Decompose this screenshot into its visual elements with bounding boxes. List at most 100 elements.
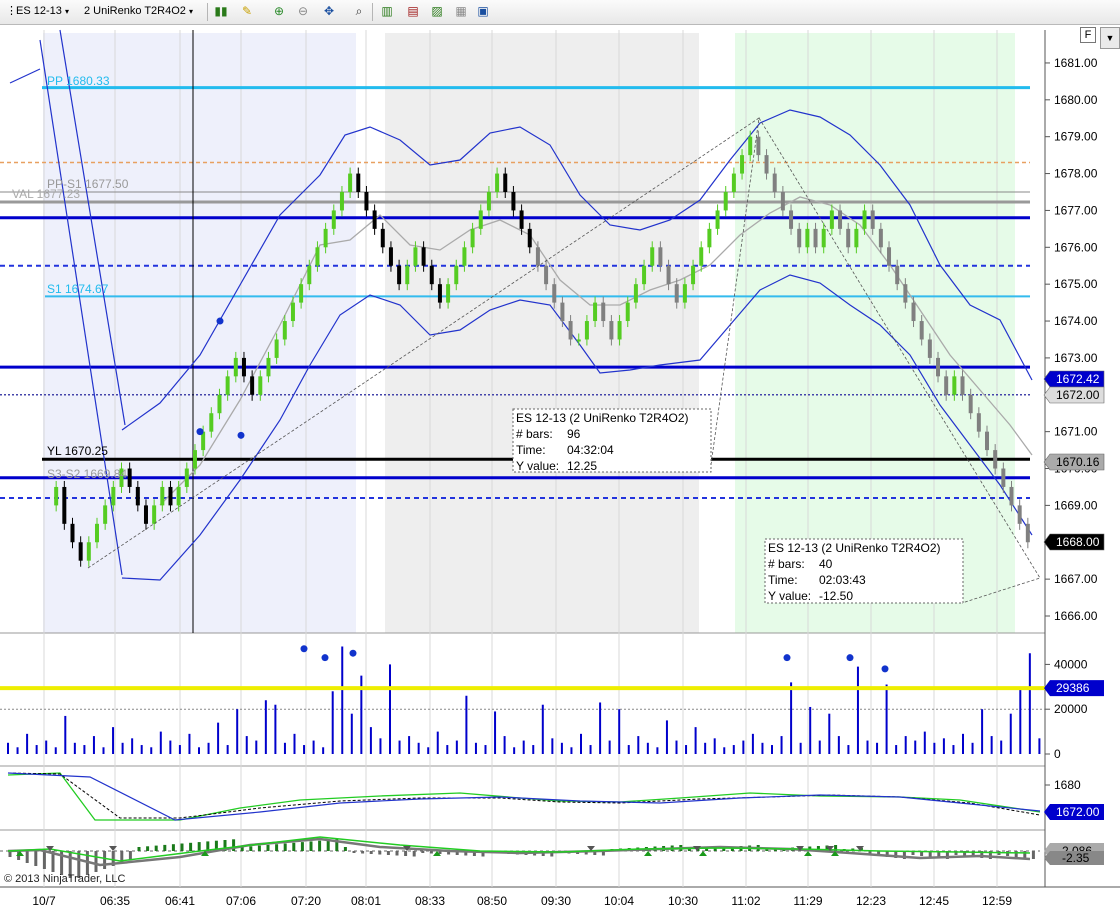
time-tick-label: 12:59 — [982, 894, 1012, 908]
renko-bar — [968, 394, 973, 414]
volume-signal-dot — [881, 665, 889, 673]
renko-bar — [993, 450, 998, 469]
renko-bar — [903, 284, 908, 303]
renko-bar — [895, 265, 900, 285]
renko-bar — [372, 210, 377, 229]
renko-bar — [511, 191, 516, 211]
time-tick-label: 12:23 — [856, 894, 886, 908]
volume-signal-dot — [846, 654, 854, 662]
level-label: VAL 1677.23 — [12, 187, 80, 201]
price-tick-label: 1681.00 — [1054, 56, 1098, 70]
renko-bar — [209, 413, 214, 432]
chevron-down-icon[interactable]: ▼ — [1100, 27, 1120, 49]
osc-signal-down — [109, 846, 117, 851]
measure-time-label: Time: — [768, 573, 798, 587]
renko-bar — [682, 284, 687, 303]
instrument-selector[interactable]: ES 12-13 ▾ — [16, 3, 69, 20]
renko-bar — [299, 284, 304, 303]
price-tick-label: 1669.00 — [1054, 498, 1098, 512]
renko-bar — [846, 228, 851, 248]
zoom-in-icon[interactable]: ⊕ — [270, 3, 288, 20]
renko-bar — [936, 357, 941, 377]
osc-line-green — [7, 836, 1031, 862]
renko-bar — [152, 505, 157, 524]
measure-y-value: 12.25 — [567, 459, 597, 473]
measure-time-label: Time: — [516, 443, 546, 457]
renko-bar — [86, 542, 91, 561]
properties-icon[interactable]: ▦ — [452, 3, 470, 20]
renko-bar — [772, 173, 777, 192]
measure-bars-label: # bars: — [768, 557, 805, 571]
zoom-out-icon[interactable]: ⊖ — [294, 3, 312, 20]
renko-bar — [609, 321, 614, 340]
level-label: PP 1680.33 — [47, 74, 110, 88]
price-tick-label: 1666.00 — [1054, 609, 1098, 623]
renko-bar — [976, 413, 981, 432]
volume-tick-label: 20000 — [1054, 702, 1088, 716]
time-tick-label: 10:04 — [604, 894, 634, 908]
renko-bar — [764, 155, 769, 174]
time-tick-label: 08:50 — [477, 894, 507, 908]
renko-bar — [421, 247, 426, 266]
renko-bar — [413, 247, 418, 266]
renko-bar — [143, 505, 148, 524]
renko-bar — [437, 284, 442, 303]
search-icon[interactable]: ⌕ — [350, 3, 368, 20]
time-tick-label: 09:30 — [541, 894, 571, 908]
price-tick-label: 1679.00 — [1054, 130, 1098, 144]
bar-style-icon[interactable]: ▮▮ — [212, 3, 230, 20]
draw-pencil-icon[interactable]: ✎ — [238, 3, 256, 20]
renko-bar — [258, 376, 263, 395]
renko-bar — [274, 339, 279, 358]
renko-bar — [429, 265, 434, 285]
price-tick-label: 1678.00 — [1054, 167, 1098, 181]
measure-time-value: 04:32:04 — [567, 443, 614, 457]
renko-bar — [985, 431, 990, 451]
renko-bar — [454, 265, 459, 285]
renko-bar — [780, 191, 785, 211]
volume-signal-dot — [300, 645, 308, 653]
renko-bar — [878, 228, 883, 248]
crosshair-icon[interactable]: ✥ — [320, 3, 338, 20]
renko-bar — [405, 265, 410, 285]
renko-bar — [527, 228, 532, 248]
renko-bar — [666, 265, 671, 285]
renko-bar — [927, 339, 932, 358]
price-tick-label: 1671.00 — [1054, 425, 1098, 439]
renko-bar — [495, 173, 500, 192]
renko-bar — [960, 376, 965, 395]
renko-bar — [380, 228, 385, 248]
renko-bar — [731, 173, 736, 192]
renko-bar — [111, 486, 116, 506]
time-tick-label: 10:30 — [668, 894, 698, 908]
renko-bar — [911, 302, 916, 322]
renko-bar — [315, 247, 320, 266]
renko-bar — [519, 210, 524, 229]
renko-bar — [356, 173, 361, 192]
time-tick-label: 11:02 — [731, 894, 760, 908]
oscillator-panel: -2.086-2.35 — [0, 836, 1104, 878]
strategies-icon[interactable]: ▨ — [428, 3, 446, 20]
renko-bar — [266, 357, 271, 377]
renko-bar — [446, 284, 451, 303]
time-tick-label: 11:29 — [793, 894, 822, 908]
renko-bar — [576, 339, 581, 342]
price-tick-label: 1676.00 — [1054, 240, 1098, 254]
renko-bar — [715, 210, 720, 229]
price-axis: 1666.001667.001668.001669.001670.001671.… — [1043, 56, 1105, 623]
renko-bar — [217, 394, 222, 414]
measure-bars-value: 96 — [567, 427, 581, 441]
signal-dot — [196, 428, 204, 436]
signal-dot — [237, 431, 245, 439]
f-button[interactable]: F — [1080, 27, 1096, 43]
osc-marker-label: -2.35 — [1062, 851, 1090, 865]
indicators-icon[interactable]: ▤ — [404, 3, 422, 20]
renko-bar — [388, 247, 393, 266]
period-selector[interactable]: 2 UniRenko T2R4O2 ▾ — [84, 3, 193, 20]
ma-blue — [7, 772, 1041, 821]
chart-canvas[interactable]: PP 1680.33PP-S1 1677.50VAL 1677.23S1 167… — [0, 25, 1120, 918]
chart-trader-icon[interactable]: ▥ — [378, 3, 396, 20]
renko-bar — [225, 376, 230, 395]
renko-bar — [797, 228, 802, 248]
data-box-icon[interactable]: ▣ — [474, 3, 492, 20]
